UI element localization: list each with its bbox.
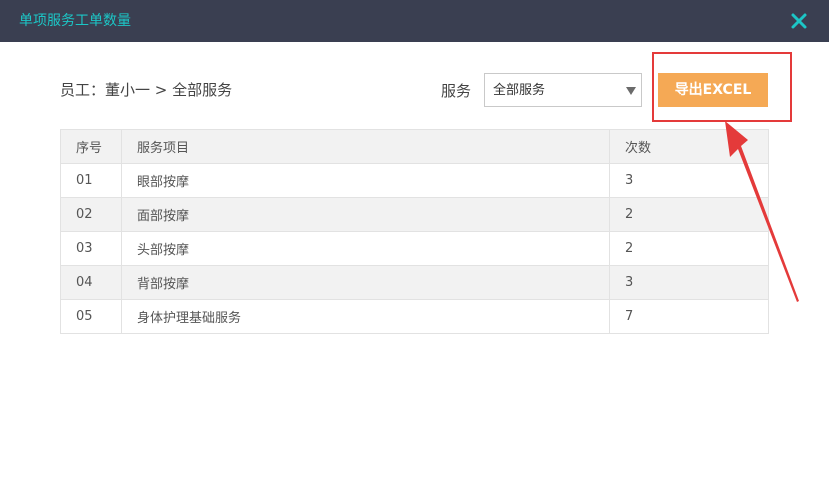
table-header-row: 序号 服务项目 次数 <box>60 129 769 164</box>
row-index: 05 <box>60 299 122 334</box>
row-service: 背部按摩 <box>121 265 610 300</box>
row-service: 身体护理基础服务 <box>121 299 610 334</box>
service-select[interactable]: 全部服务 <box>484 73 642 107</box>
row-index: 03 <box>60 231 122 266</box>
service-select-value: 全部服务 <box>493 83 546 98</box>
table-row: 02 面部按摩 2 <box>60 197 769 232</box>
column-header-index: 序号 <box>60 129 122 164</box>
triangle-down-icon <box>626 87 636 95</box>
service-count-table: 序号 服务项目 次数 01 眼部按摩 3 02 面部按摩 2 03 头部按摩 2… <box>60 129 769 334</box>
row-count: 7 <box>609 299 769 334</box>
close-icon[interactable] <box>790 12 808 30</box>
column-header-count: 次数 <box>609 129 769 164</box>
table-row: 01 眼部按摩 3 <box>60 163 769 198</box>
row-index: 01 <box>60 163 122 198</box>
row-index: 04 <box>60 265 122 300</box>
row-service: 眼部按摩 <box>121 163 610 198</box>
row-count: 3 <box>609 163 769 198</box>
service-filter-label: 服务 <box>441 82 472 100</box>
table-row: 03 头部按摩 2 <box>60 231 769 266</box>
column-header-service: 服务项目 <box>121 129 610 164</box>
dialog-title: 单项服务工单数量 <box>19 13 131 29</box>
dialog-titlebar: 单项服务工单数量 <box>0 0 829 42</box>
row-index: 02 <box>60 197 122 232</box>
breadcrumb: 员工：董小一 > 全部服务 <box>60 81 233 99</box>
row-count: 2 <box>609 197 769 232</box>
row-service: 头部按摩 <box>121 231 610 266</box>
row-count: 2 <box>609 231 769 266</box>
export-excel-button[interactable]: 导出EXCEL <box>658 73 768 107</box>
row-service: 面部按摩 <box>121 197 610 232</box>
row-count: 3 <box>609 265 769 300</box>
table-row: 04 背部按摩 3 <box>60 265 769 300</box>
table-row: 05 身体护理基础服务 7 <box>60 299 769 334</box>
